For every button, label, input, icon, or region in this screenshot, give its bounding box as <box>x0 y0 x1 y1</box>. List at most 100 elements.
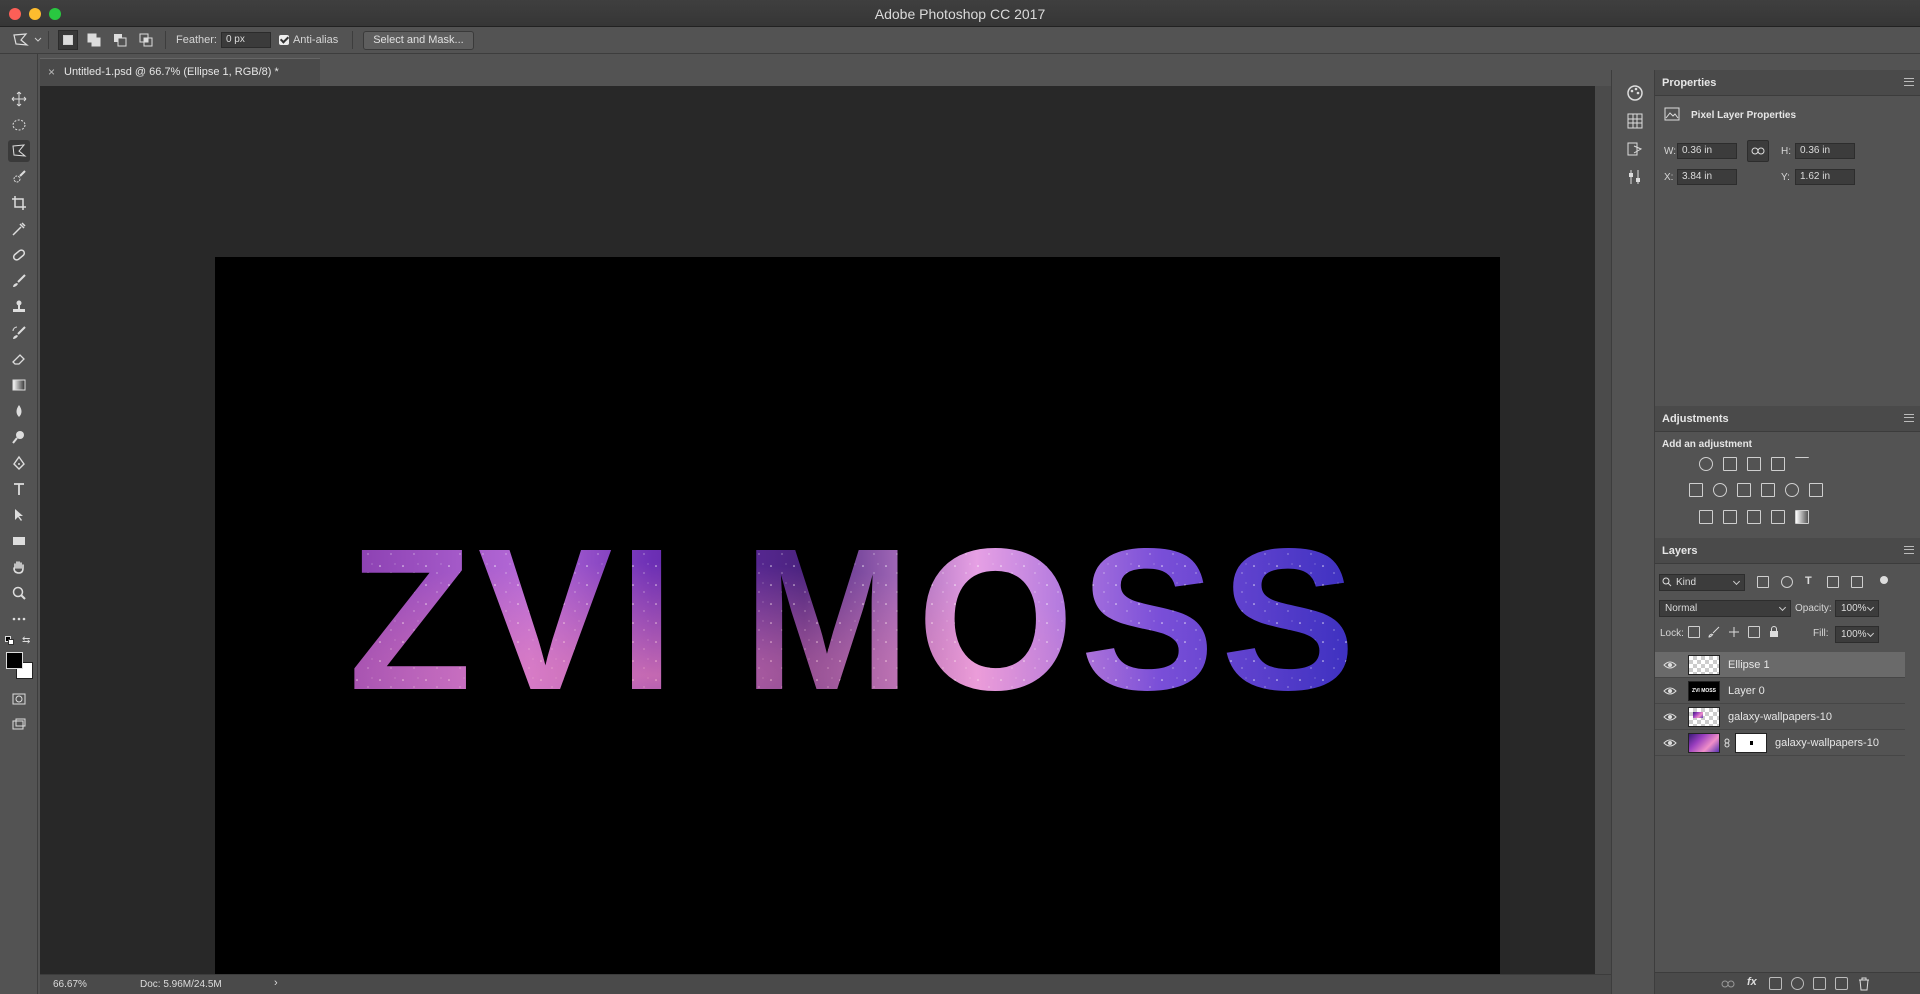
properties-panel-header[interactable]: Properties <box>1655 70 1920 96</box>
trash-icon[interactable] <box>1858 977 1870 991</box>
lasso-tool[interactable] <box>8 140 30 162</box>
height-field[interactable]: 0.36 in <box>1795 143 1855 159</box>
color-balance-icon[interactable] <box>1713 483 1727 497</box>
new-adjustment-layer-icon[interactable] <box>1791 977 1804 990</box>
vibrance-icon[interactable] <box>1795 457 1809 471</box>
color-palette-icon[interactable] <box>1626 84 1644 102</box>
edit-toolbar-button[interactable] <box>8 608 30 630</box>
hand-tool[interactable] <box>8 556 30 578</box>
layer-row[interactable]: Ellipse 1 <box>1655 652 1905 678</box>
intersect-selection-button[interactable] <box>136 30 156 50</box>
eyedropper-tool[interactable] <box>8 218 30 240</box>
close-document-icon[interactable]: × <box>48 65 55 79</box>
history-brush-tool[interactable] <box>8 322 30 344</box>
gradient-tool[interactable] <box>8 374 30 396</box>
subtract-from-selection-button[interactable] <box>110 30 130 50</box>
pen-tool[interactable] <box>8 452 30 474</box>
layers-panel-header[interactable]: Layers <box>1655 538 1920 564</box>
new-layer-icon[interactable] <box>1835 977 1848 990</box>
filter-toggle-icon[interactable] <box>1880 576 1888 584</box>
curves-icon[interactable] <box>1747 457 1761 471</box>
chain-link-icon[interactable] <box>1723 738 1731 748</box>
add-mask-icon[interactable] <box>1769 977 1782 990</box>
opacity-field[interactable]: 100% <box>1835 600 1879 617</box>
quick-mask-button[interactable] <box>8 688 30 710</box>
adjustments-menu-icon[interactable] <box>1904 414 1914 422</box>
path-selection-tool[interactable] <box>8 504 30 526</box>
zoom-level[interactable]: 66.67% <box>53 979 87 990</box>
add-to-selection-button[interactable] <box>84 30 104 50</box>
default-colors-icon[interactable] <box>5 636 15 646</box>
anti-alias-checkbox[interactable] <box>278 35 289 45</box>
canvas-workspace[interactable]: ZVI MOSS ZVI MOSS ZVI MOSS <box>40 86 1595 977</box>
dodge-tool[interactable] <box>8 426 30 448</box>
eye-icon[interactable] <box>1663 658 1677 672</box>
new-group-folder-icon[interactable] <box>1813 977 1826 990</box>
rectangle-tool[interactable] <box>8 530 30 552</box>
eraser-tool[interactable] <box>8 348 30 370</box>
filter-adjustment-icon[interactable] <box>1781 576 1793 588</box>
crop-tool[interactable] <box>8 192 30 214</box>
exposure-icon[interactable] <box>1771 457 1785 471</box>
vertical-scrollbar[interactable] <box>1595 86 1611 974</box>
filter-pixel-icon[interactable] <box>1757 576 1769 588</box>
fill-field[interactable]: 100% <box>1835 626 1879 643</box>
eye-icon[interactable] <box>1663 736 1677 750</box>
y-position-field[interactable]: 1.62 in <box>1795 169 1855 185</box>
eye-icon[interactable] <box>1663 710 1677 724</box>
link-layers-icon[interactable] <box>1721 978 1735 990</box>
layer-row[interactable]: ZVI MOSS Layer 0 <box>1655 678 1905 704</box>
chevron-down-icon[interactable] <box>34 36 42 44</box>
layers-menu-icon[interactable] <box>1904 546 1914 554</box>
lock-transparent-icon[interactable] <box>1688 626 1700 638</box>
layer-mask-thumbnail[interactable] <box>1735 733 1767 753</box>
lock-artboard-icon[interactable] <box>1748 626 1760 638</box>
lock-all-icon[interactable] <box>1768 625 1780 638</box>
lock-brush-icon[interactable] <box>1708 626 1720 638</box>
posterize-icon[interactable] <box>1723 510 1737 524</box>
swatches-grid-icon[interactable] <box>1626 112 1644 130</box>
levels-icon[interactable] <box>1723 457 1737 471</box>
filter-type-icon[interactable]: T <box>1805 575 1812 587</box>
link-dimensions-button[interactable] <box>1747 140 1769 162</box>
blur-tool[interactable] <box>8 400 30 422</box>
healing-brush-tool[interactable] <box>8 244 30 266</box>
libraries-icon[interactable] <box>1626 140 1644 158</box>
x-position-field[interactable]: 3.84 in <box>1677 169 1737 185</box>
brush-tool[interactable] <box>8 270 30 292</box>
zoom-tool[interactable] <box>8 582 30 604</box>
select-and-mask-button[interactable]: Select and Mask... <box>363 30 474 50</box>
quick-selection-tool[interactable] <box>8 166 30 188</box>
hue-saturation-icon[interactable] <box>1689 483 1703 497</box>
eye-icon[interactable] <box>1663 684 1677 698</box>
tool-preset-picker[interactable] <box>11 30 31 50</box>
layer-style-fx-icon[interactable]: fx <box>1747 976 1757 988</box>
selective-color-icon[interactable] <box>1771 510 1785 524</box>
document-canvas[interactable]: ZVI MOSS ZVI MOSS ZVI MOSS <box>215 257 1500 977</box>
marquee-tool[interactable] <box>8 114 30 136</box>
gradient-map-icon[interactable] <box>1795 510 1809 524</box>
clone-stamp-tool[interactable] <box>8 296 30 318</box>
layer-row[interactable]: galaxy-wallpapers-10 <box>1655 704 1905 730</box>
layer-row[interactable]: galaxy-wallpapers-10 <box>1655 730 1905 756</box>
photo-filter-icon[interactable] <box>1761 483 1775 497</box>
invert-icon[interactable] <box>1699 510 1713 524</box>
move-tool[interactable] <box>8 88 30 110</box>
screen-mode-button[interactable] <box>8 714 30 736</box>
status-menu-arrow-icon[interactable]: › <box>274 977 278 989</box>
adjustment-sliders-icon[interactable] <box>1626 168 1644 186</box>
black-white-icon[interactable] <box>1737 483 1751 497</box>
properties-menu-icon[interactable] <box>1904 78 1914 86</box>
color-lookup-icon[interactable] <box>1809 483 1823 497</box>
threshold-icon[interactable] <box>1747 510 1761 524</box>
lock-move-icon[interactable] <box>1728 626 1740 638</box>
blend-mode-dropdown[interactable]: Normal <box>1659 600 1791 617</box>
feather-input[interactable]: 0 px <box>220 32 271 48</box>
width-field[interactable]: 0.36 in <box>1677 143 1737 159</box>
document-tab[interactable]: × Untitled-1.psd @ 66.7% (Ellipse 1, RGB… <box>40 58 320 86</box>
filter-smart-object-icon[interactable] <box>1851 576 1863 588</box>
channel-mixer-icon[interactable] <box>1785 483 1799 497</box>
adjustments-panel-header[interactable]: Adjustments <box>1655 406 1920 432</box>
filter-shape-icon[interactable] <box>1827 576 1839 588</box>
swap-colors-icon[interactable]: ⇆ <box>22 636 32 646</box>
